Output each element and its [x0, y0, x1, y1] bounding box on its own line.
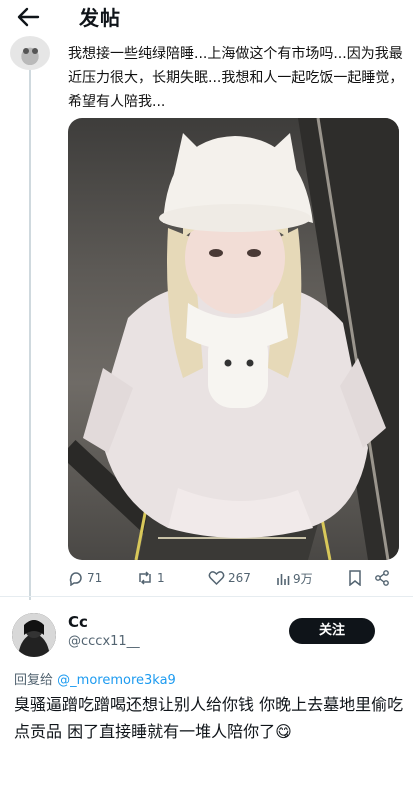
- avatar[interactable]: [10, 36, 50, 70]
- repost-button[interactable]: 1: [136, 570, 165, 586]
- reply-author-name[interactable]: Cc: [68, 613, 88, 631]
- reply-to-mention[interactable]: @_moremore3ka9: [57, 673, 176, 688]
- follow-button[interactable]: 关注: [289, 618, 375, 644]
- share-icon[interactable]: [374, 570, 390, 586]
- page-title: 发帖: [79, 6, 121, 30]
- views-icon: [277, 573, 290, 585]
- arrow-left-icon[interactable]: [16, 6, 40, 28]
- top-bar: 发帖: [0, 0, 413, 34]
- like-count: 267: [228, 571, 251, 585]
- thread-line: [29, 70, 31, 600]
- like-button[interactable]: 267: [208, 570, 251, 586]
- divider: [0, 596, 413, 597]
- views-count: 9万: [293, 572, 313, 586]
- reply-author-handle[interactable]: @cccx11__: [68, 634, 140, 649]
- comment-count: 71: [87, 571, 103, 585]
- comment-icon: [69, 572, 82, 586]
- heart-icon: [208, 571, 225, 586]
- post-image[interactable]: [68, 118, 399, 560]
- reply-to-prefix: 回复给: [14, 673, 54, 688]
- repost-icon: [139, 571, 151, 585]
- views-button[interactable]: 9万: [276, 570, 313, 587]
- reply-text: 臭骚逼蹭吃蹭喝还想让别人给你钱 你晚上去墓地里偷吃点贡品 困了直接睡就有一堆人陪…: [14, 695, 404, 741]
- avatar[interactable]: [12, 613, 56, 657]
- comment-button[interactable]: 71: [68, 570, 102, 586]
- bookmark-icon[interactable]: [348, 570, 362, 586]
- repost-count: 1: [157, 571, 165, 585]
- reply-to-line: 回复给 @_moremore3ka9: [14, 669, 176, 688]
- post-action-bar: 71 1 267 9万: [68, 566, 404, 592]
- post-text: 我想接一些纯绿陪睡...上海做这个有市场吗...因为我最近压力很大，长期失眠..…: [68, 46, 404, 110]
